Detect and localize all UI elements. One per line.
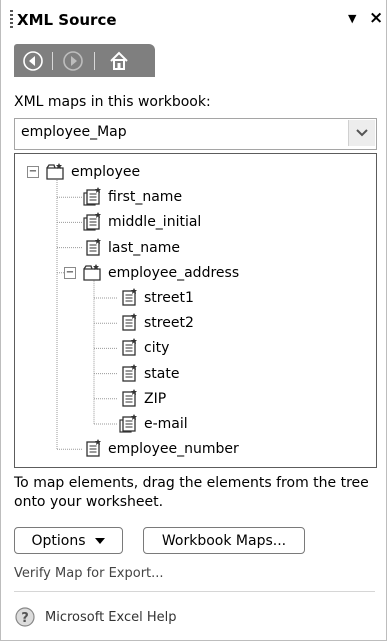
element-icon <box>118 338 138 358</box>
options-label: Options <box>31 532 86 549</box>
tree-node-label: last_name <box>108 239 180 256</box>
tree-node-label: employee_number <box>108 441 239 458</box>
toolbar-separator <box>94 52 95 70</box>
back-arrow-icon <box>23 51 43 71</box>
tree-node-label: middle_initial <box>108 214 202 231</box>
element-icon <box>118 363 138 384</box>
tree-node-label: city <box>144 340 170 357</box>
collapse-toggle[interactable]: − <box>27 166 39 178</box>
forward-arrow-icon <box>63 51 83 71</box>
excel-help-link[interactable]: ? Microsoft Excel Help <box>14 606 177 628</box>
back-button[interactable] <box>22 50 44 72</box>
close-icon[interactable]: × <box>369 8 383 28</box>
tree-node-city[interactable]: city <box>118 336 169 360</box>
xml-source-panel: XML Source ▼ × XML maps in this workbook… <box>0 0 387 641</box>
tree-node-label: ZIP <box>144 390 167 407</box>
repeating-element-icon <box>118 414 138 434</box>
element-icon <box>118 388 138 409</box>
divider <box>14 591 375 592</box>
element-icon <box>82 237 102 258</box>
tree-node-middle-initial[interactable]: middle_initial <box>82 210 201 234</box>
tree-node-label: street2 <box>144 315 194 332</box>
workbook-maps-label: Workbook Maps... <box>161 532 287 549</box>
maps-label: XML maps in this workbook: <box>14 94 211 110</box>
tree-node-employee-number[interactable]: employee_number <box>82 437 239 461</box>
folder-icon <box>45 162 65 182</box>
tree-node-label: first_name <box>108 189 183 206</box>
tree-node-zip[interactable]: ZIP <box>118 387 166 411</box>
dropdown-button[interactable] <box>348 120 375 146</box>
chevron-down-icon <box>356 129 368 137</box>
tree-node-first-name[interactable]: first_name <box>82 185 182 209</box>
tree-node-state[interactable]: state <box>118 362 179 386</box>
workbook-maps-button[interactable]: Workbook Maps... <box>143 527 305 554</box>
xml-map-dropdown[interactable]: employee_Map <box>14 118 377 150</box>
tree-node-label: e-mail <box>144 416 188 432</box>
tree-connector-lines <box>56 180 118 450</box>
drag-instructions: To map elements, drag the elements from … <box>14 475 369 510</box>
svg-text:?: ? <box>21 611 29 626</box>
selected-map-value: employee_Map <box>21 124 127 140</box>
verify-map-link[interactable]: Verify Map for Export... <box>14 566 164 581</box>
element-icon <box>82 439 102 459</box>
tree-node-street1[interactable]: street1 <box>118 286 194 310</box>
title-bar: XML Source ▼ × <box>1 0 387 38</box>
element-icon <box>118 313 138 333</box>
xml-element-tree[interactable]: employee first_name middle_initial last_nam… <box>14 153 377 468</box>
tree-node-label: employee_address <box>108 264 240 281</box>
navigation-toolbar <box>14 44 155 77</box>
drag-grip[interactable] <box>10 10 13 28</box>
repeating-element-icon <box>82 187 102 207</box>
tree-node-last-name[interactable]: last_name <box>82 236 180 260</box>
tree-node-label: state <box>144 365 180 382</box>
home-button[interactable] <box>108 50 130 72</box>
repeating-element-icon <box>82 212 102 232</box>
tree-node-label: street1 <box>144 290 194 306</box>
tree-node-e-mail[interactable]: e-mail <box>118 412 188 436</box>
panel-title: XML Source <box>17 11 117 29</box>
chevron-down-icon <box>94 537 105 544</box>
element-icon <box>118 288 138 308</box>
options-button[interactable]: Options <box>14 527 123 554</box>
help-label: Microsoft Excel Help <box>45 609 177 625</box>
help-icon: ? <box>15 607 35 627</box>
chevron-down-icon[interactable]: ▼ <box>348 12 356 25</box>
collapse-toggle[interactable]: − <box>64 266 76 279</box>
tree-node-employee[interactable]: employee <box>45 160 140 184</box>
tree-node-street2[interactable]: street2 <box>118 311 194 335</box>
tree-node-employee-address[interactable]: employee_address <box>82 261 239 285</box>
home-icon <box>110 51 128 70</box>
tree-node-label: employee <box>71 164 141 180</box>
folder-icon <box>82 263 102 283</box>
forward-button[interactable] <box>62 50 84 72</box>
toolbar-separator <box>52 52 53 70</box>
